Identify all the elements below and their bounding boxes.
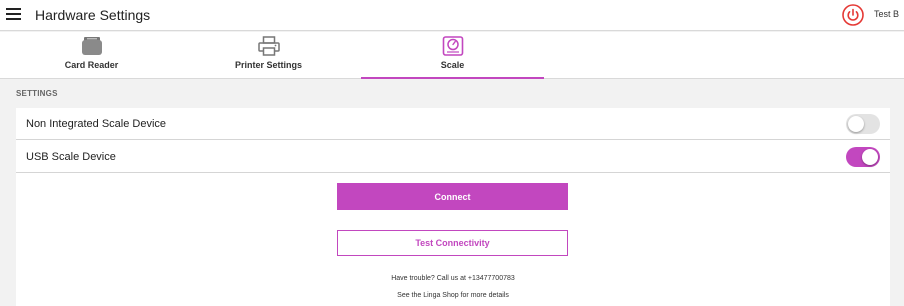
section-title: SETTINGS xyxy=(16,89,58,98)
user-name[interactable]: Test B xyxy=(874,9,899,19)
hamburger-menu-icon[interactable] xyxy=(6,8,21,21)
toggle-knob xyxy=(862,149,878,165)
tab-label: Printer Settings xyxy=(234,60,302,70)
page-title: Hardware Settings xyxy=(35,7,151,23)
tab-label: Scale xyxy=(440,60,465,70)
tab-scale[interactable]: Scale xyxy=(361,32,544,79)
connect-button[interactable]: Connect xyxy=(337,183,568,210)
power-icon[interactable] xyxy=(842,4,864,26)
tab-printer-settings[interactable]: Printer Settings xyxy=(177,32,360,79)
usb-scale-toggle[interactable] xyxy=(846,147,880,167)
scale-icon xyxy=(442,36,464,56)
tab-card-reader[interactable]: Card Reader xyxy=(0,32,183,79)
card-reader-icon xyxy=(81,36,103,56)
hardware-tabs: Card Reader Printer Settings Scale xyxy=(0,32,904,79)
settings-panel: Non Integrated Scale Device USB Scale De… xyxy=(16,108,890,306)
app-header: Hardware Settings Test B xyxy=(0,0,904,31)
setting-row: Non Integrated Scale Device xyxy=(16,108,890,140)
test-connectivity-button[interactable]: Test Connectivity xyxy=(337,230,568,256)
shop-details-text: See the Linga Shop for more details xyxy=(397,292,509,299)
setting-label: USB Scale Device xyxy=(26,151,116,163)
printer-icon xyxy=(257,36,280,56)
toggle-knob xyxy=(848,116,864,132)
tab-label: Card Reader xyxy=(64,60,119,70)
support-phone-text: Have trouble? Call us at +13477700783 xyxy=(391,275,515,282)
non-integrated-scale-toggle[interactable] xyxy=(846,114,880,134)
active-tab-indicator xyxy=(361,77,544,79)
setting-row: USB Scale Device xyxy=(16,141,890,173)
setting-label: Non Integrated Scale Device xyxy=(26,118,167,130)
